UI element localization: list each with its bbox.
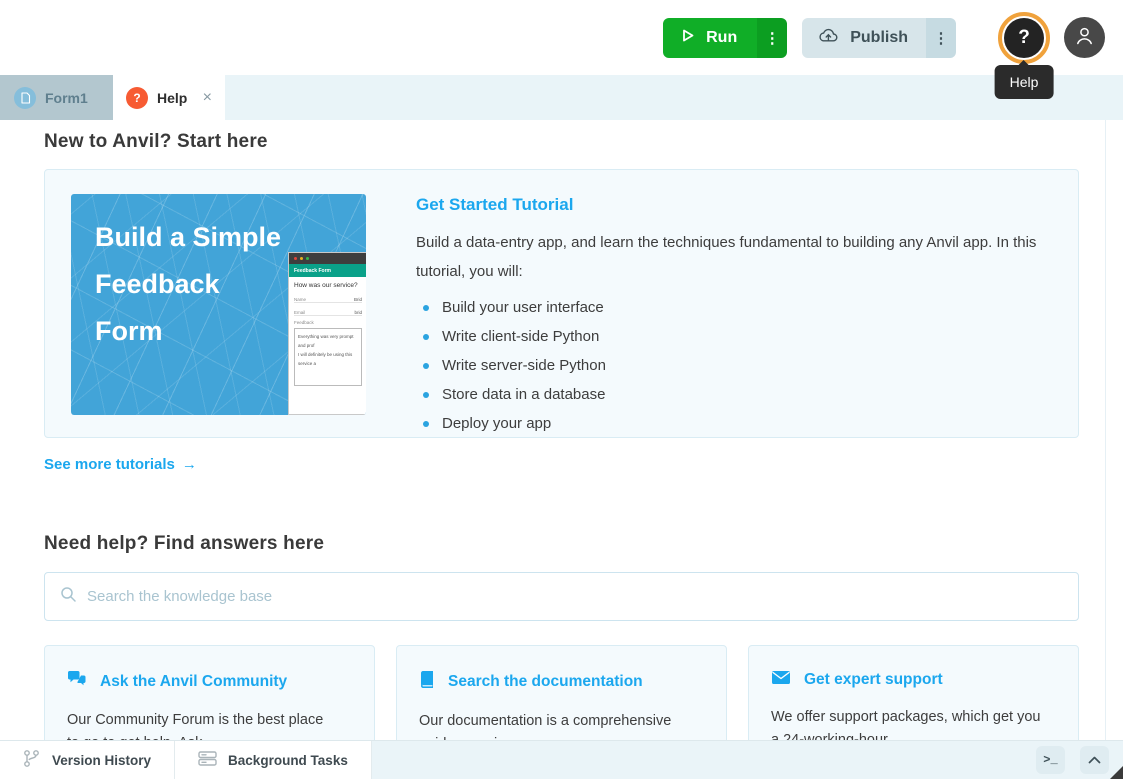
help-tooltip: Help [995, 65, 1054, 99]
tutorial-thumbnail-title: Build a Simple Feedback Form [95, 214, 281, 355]
version-history-button[interactable]: Version History [0, 741, 175, 779]
terminal-button[interactable]: >_ [1036, 746, 1065, 774]
section-title-start-here: New to Anvil? Start here [44, 131, 1079, 153]
tooltip-arrow [1018, 60, 1030, 66]
resize-grip[interactable] [1110, 766, 1123, 779]
tab-strip: Form1 ? Help × [0, 75, 1123, 120]
help-tab-icon: ? [126, 87, 148, 109]
account-button[interactable] [1064, 17, 1105, 58]
tab-help-label: Help [157, 90, 187, 106]
tutorial-bullet-list: Build your user interface Write client-s… [416, 293, 1048, 438]
expand-panel-button[interactable] [1080, 746, 1109, 774]
publish-button-group: Publish ⋮ [802, 18, 956, 58]
tab-form1[interactable]: Form1 [0, 75, 113, 120]
scrollbar-track[interactable] [1105, 120, 1123, 740]
tutorial-thumbnail[interactable]: Build a Simple Feedback Form Feedback Fo… [71, 194, 366, 415]
preview-form-heading: How was our service? [294, 282, 362, 289]
search-icon [60, 586, 77, 608]
feedback-form-preview: Feedback Form How was our service? Name … [288, 252, 366, 415]
run-button-group: Run ⋮ [663, 18, 787, 58]
tab-form1-label: Form1 [45, 90, 88, 106]
envelope-icon [771, 670, 791, 690]
tab-help[interactable]: ? Help × [113, 75, 225, 120]
arrow-right-icon: → [182, 456, 197, 473]
publish-button-label: Publish [850, 29, 908, 47]
kebab-menu-icon: ⋮ [934, 29, 949, 47]
chevron-up-icon [1088, 751, 1101, 769]
window-dot-yellow [300, 257, 303, 260]
bullet-icon [423, 334, 429, 340]
run-options-button[interactable]: ⋮ [757, 18, 787, 58]
help-tooltip-label: Help [1010, 74, 1039, 90]
run-button-label: Run [706, 29, 737, 47]
preview-name-row: Name Brid [294, 294, 362, 303]
tutorial-details: Get Started Tutorial Build a data-entry … [416, 194, 1048, 413]
bullet-item: Build your user interface [416, 293, 1048, 322]
support-card-title[interactable]: Get expert support [771, 670, 1056, 690]
play-icon [681, 28, 695, 48]
see-more-tutorials-link[interactable]: See more tutorials → [44, 456, 197, 473]
preview-email-row: Email brid [294, 307, 362, 316]
bullet-item: Store data in a database [416, 380, 1048, 409]
bottom-toolbar: Version History Background Tasks >_ [0, 740, 1123, 779]
preview-app-title: Feedback Form [289, 264, 366, 277]
window-dot-red [294, 257, 297, 260]
bullet-item: Deploy your app [416, 409, 1048, 438]
documentation-card-title[interactable]: Search the documentation [419, 670, 704, 694]
background-tasks-label: Background Tasks [228, 753, 348, 768]
preview-window-titlebar [289, 253, 366, 264]
bullet-item: Write client-side Python [416, 322, 1048, 351]
tutorial-description: Build a data-entry app, and learn the te… [416, 228, 1048, 286]
bullet-icon [423, 305, 429, 311]
tutorial-card[interactable]: Build a Simple Feedback Form Feedback Fo… [44, 169, 1079, 438]
kebab-menu-icon: ⋮ [765, 29, 780, 47]
preview-feedback-label: Feedback [294, 320, 362, 325]
publish-options-button[interactable]: ⋮ [926, 18, 956, 58]
section-title-need-help: Need help? Find answers here [44, 533, 1079, 555]
help-button[interactable]: ? [1004, 18, 1044, 58]
preview-form-body: How was our service? Name Brid Email bri… [289, 277, 366, 386]
terminal-icon: >_ [1043, 753, 1057, 767]
book-icon [419, 670, 435, 694]
user-avatar-icon [1073, 24, 1096, 52]
version-history-label: Version History [52, 753, 151, 768]
publish-button[interactable]: Publish [802, 18, 926, 58]
bullet-icon [423, 392, 429, 398]
tab-close-icon[interactable]: × [203, 89, 212, 107]
help-page: New to Anvil? Start here Build a Simple … [0, 120, 1123, 779]
top-toolbar: Run ⋮ Publish ⋮ ? Help [0, 0, 1123, 75]
bullet-item: Write server-side Python [416, 351, 1048, 380]
preview-feedback-textarea: Everything was very prompt and prof I wi… [294, 328, 362, 386]
git-branch-icon [23, 749, 41, 771]
community-card-title[interactable]: Ask the Anvil Community [67, 670, 352, 693]
question-mark-icon: ? [133, 91, 140, 105]
form-file-icon [14, 87, 36, 109]
run-button[interactable]: Run [663, 18, 757, 58]
chat-bubbles-icon [67, 670, 87, 693]
tutorial-title-link[interactable]: Get Started Tutorial [416, 195, 1048, 215]
window-dot-green [306, 257, 309, 260]
anvil-editor-window: Run ⋮ Publish ⋮ ? Help [0, 0, 1123, 779]
cloud-upload-icon [818, 27, 839, 49]
question-mark-icon: ? [1018, 27, 1030, 49]
help-button-area: ? Help [998, 12, 1050, 64]
see-more-label: See more tutorials [44, 456, 175, 473]
knowledge-base-search[interactable] [44, 572, 1079, 621]
bullet-icon [423, 363, 429, 369]
background-tasks-button[interactable]: Background Tasks [175, 741, 372, 779]
bullet-icon [423, 421, 429, 427]
tasks-list-icon [198, 750, 217, 770]
search-input[interactable] [87, 588, 1063, 605]
